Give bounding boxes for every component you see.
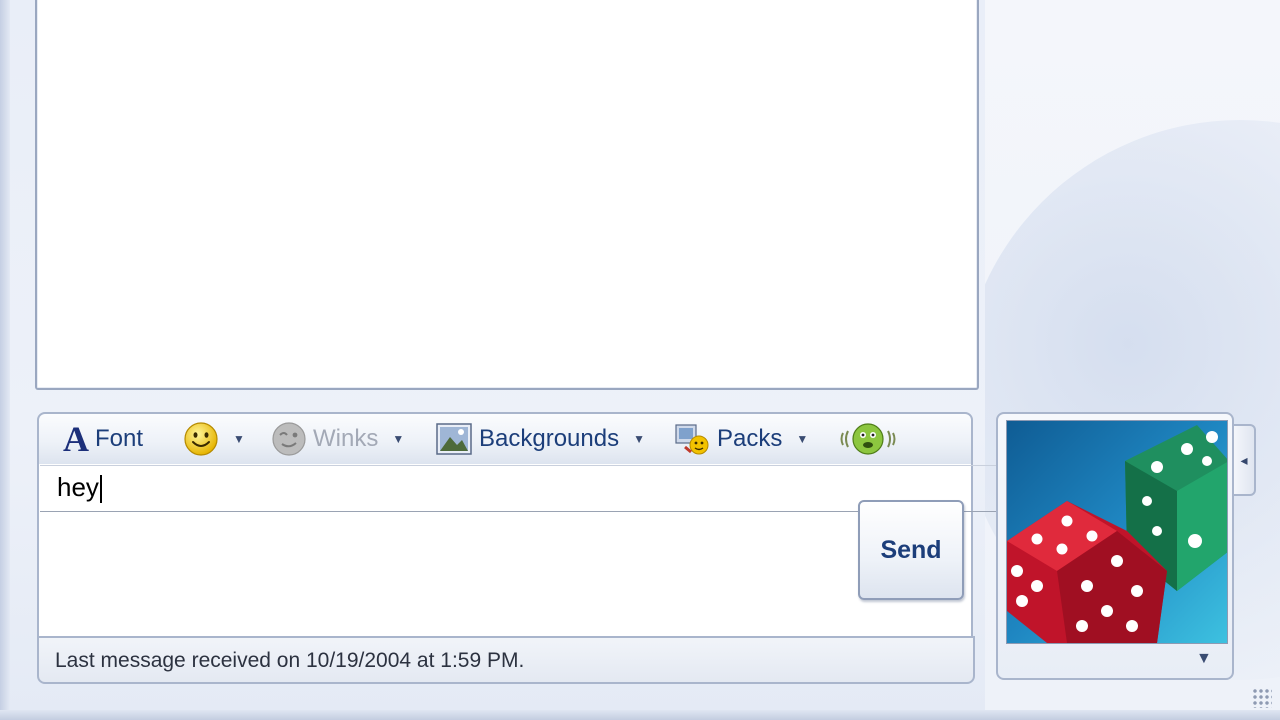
emoticon-dropdown-icon[interactable]: ▼ [233,432,245,446]
packs-icon [675,424,709,455]
smiley-icon [184,422,218,456]
display-picture-frame: ▼ [996,412,1234,680]
message-input-text[interactable]: hey [57,472,102,504]
compose-toolbar: A Font ▼ Winks ▼ Backgrounds ▼ Packs ▼ [37,412,973,464]
window-border-bottom [0,710,1280,720]
emoticon-button[interactable]: ▼ [183,414,245,464]
packs-button-label: Packs [717,425,783,452]
nudge-button[interactable] [839,414,897,464]
backgrounds-dropdown-icon[interactable]: ▼ [633,432,645,446]
nudge-icon [840,423,896,455]
resize-grip-icon[interactable] [1252,688,1272,708]
display-picture[interactable] [1006,420,1228,644]
input-divider-top [40,465,1070,466]
packs-dropdown-icon[interactable]: ▼ [796,432,808,446]
display-picture-dropdown-icon[interactable]: ▼ [1196,650,1212,668]
collapse-side-panel-icon[interactable]: ◂ [1234,424,1256,496]
conversation-history-pane[interactable] [35,0,979,390]
message-input[interactable] [37,464,973,636]
window-border-left [0,0,10,720]
packs-button[interactable]: Packs ▼ [673,414,808,464]
dice-picture-icon [1007,421,1227,643]
font-button[interactable]: A Font [63,414,143,464]
winks-button[interactable]: Winks ▼ [271,414,404,464]
text-cursor [99,475,102,504]
backgrounds-icon [436,423,472,455]
winks-button-label: Winks [313,425,379,452]
backgrounds-button-label: Backgrounds [479,425,620,452]
font-icon: A [63,419,89,459]
send-button[interactable]: Send [858,500,964,600]
status-text: Last message received on 10/19/2004 at 1… [55,649,525,672]
status-bar: Last message received on 10/19/2004 at 1… [37,636,975,684]
font-button-label: Font [95,425,144,452]
winks-dropdown-icon[interactable]: ▼ [392,432,404,446]
wink-icon [272,422,306,456]
backgrounds-button[interactable]: Backgrounds ▼ [435,414,645,464]
